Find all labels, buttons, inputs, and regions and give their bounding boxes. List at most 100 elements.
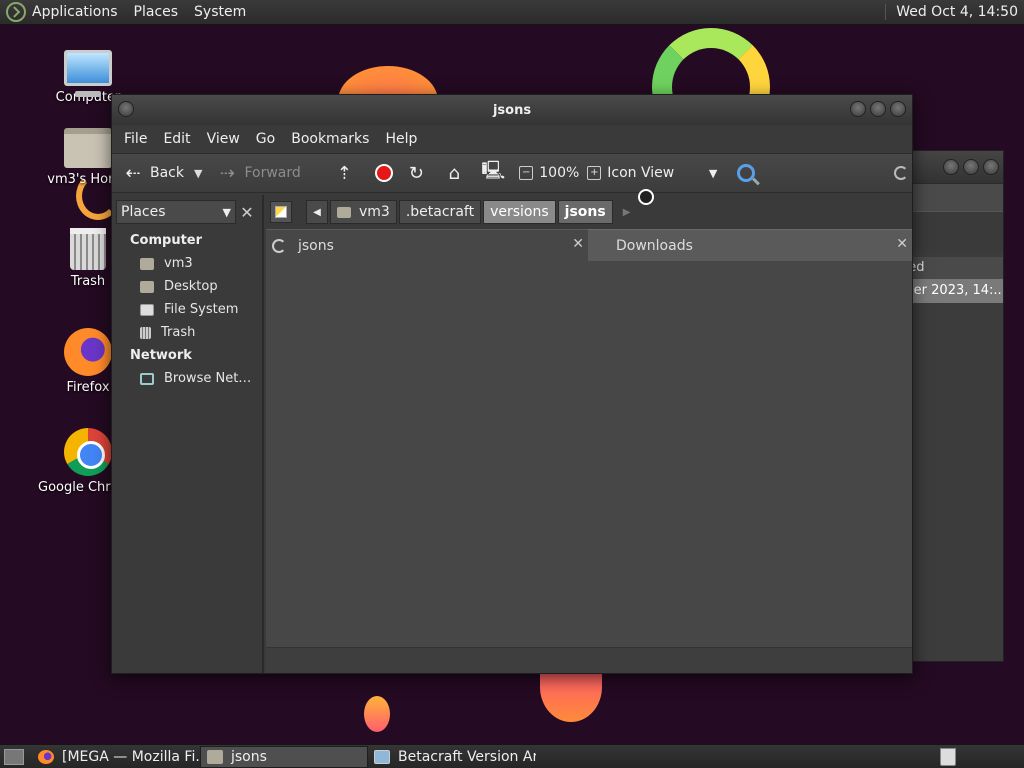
toolbar: ⇠ Back ▼ ⇢ Forward ▼ ⇡ ↻ ⌂ 🖳 − 100% + Ic… (112, 153, 912, 193)
forward-button[interactable]: ⇢ Forward (216, 162, 301, 184)
taskbar-item-firefox[interactable]: [MEGA — Mozilla Fi... (32, 746, 200, 768)
close-button[interactable] (983, 159, 999, 175)
close-tab-icon[interactable]: ✕ (572, 236, 584, 252)
sidebar: Places ▼ ✕ Computer vm3 Desktop File Sys… (112, 195, 264, 673)
betacraft-icon (374, 749, 390, 764)
path-segment-versions[interactable]: versions (483, 200, 556, 224)
sidebar-selector[interactable]: Places ▼ (116, 200, 236, 224)
wallpaper-shape (364, 696, 390, 732)
menu-applications[interactable]: Applications (32, 4, 118, 20)
background-window[interactable]: Modified October 2023, 14:... (912, 150, 1004, 662)
background-toolbar (913, 183, 1003, 211)
zoom-level[interactable]: 100% (539, 165, 579, 181)
reload-button[interactable]: ↻ (405, 163, 433, 184)
maximize-button[interactable] (963, 159, 979, 175)
menu-places[interactable]: Places (134, 4, 179, 20)
reload-icon: ↻ (408, 162, 424, 184)
home-button[interactable]: ⌂ (443, 163, 471, 184)
maximize-button[interactable] (870, 101, 886, 117)
menu-bookmarks[interactable]: Bookmarks (291, 131, 369, 147)
tab-downloads[interactable]: Downloads ✕ (588, 229, 912, 261)
trash-icon (70, 228, 106, 270)
up-button[interactable]: ⇡ (333, 163, 361, 184)
view-mode-select[interactable]: Icon View ▼ (607, 165, 717, 181)
stop-icon[interactable] (375, 164, 394, 182)
close-button[interactable] (890, 101, 906, 117)
home-folder-icon: ⌂ (448, 162, 460, 184)
desktop-folder-icon (140, 280, 154, 293)
sidebar-item-browse-network[interactable]: Browse Net… (112, 367, 262, 390)
toggle-location-entry-button[interactable] (270, 201, 292, 223)
window-menu-button[interactable] (118, 101, 134, 117)
menu-help[interactable]: Help (385, 131, 417, 147)
sidebar-group-computer: Computer (130, 233, 203, 248)
loading-icon (272, 238, 286, 253)
sidebar-group-network: Network (130, 348, 192, 363)
sidebar-item-desktop[interactable]: Desktop (112, 275, 262, 298)
close-tab-icon[interactable]: ✕ (896, 236, 908, 252)
distro-logo-icon[interactable] (6, 2, 26, 22)
menubar: File Edit View Go Bookmarks Help (112, 125, 912, 153)
column-header-modified[interactable]: Modified (913, 257, 1003, 279)
pathbar-scroll-right[interactable]: ▶ (623, 207, 631, 218)
top-panel: Applications Places System Wed Oct 4, 14… (0, 0, 1024, 25)
sidebar-item-file-system[interactable]: File System (112, 298, 262, 321)
back-history-dropdown[interactable]: ▼ (194, 167, 202, 180)
drive-icon (140, 303, 154, 316)
network-icon (140, 372, 154, 385)
close-sidebar-button[interactable]: ✕ (236, 203, 258, 222)
menu-edit[interactable]: Edit (163, 131, 190, 147)
arrow-right-icon: ⇢ (219, 162, 236, 184)
background-window-titlebar[interactable] (913, 151, 1003, 183)
sidebar-item-vm3[interactable]: vm3 (112, 252, 262, 275)
chevron-down-icon: ▼ (708, 166, 718, 180)
chrome-icon (64, 428, 112, 476)
minimize-button[interactable] (943, 159, 959, 175)
back-button[interactable]: ⇠ Back (122, 163, 184, 184)
search-icon[interactable] (737, 164, 756, 182)
tab-bar: jsons ✕ Downloads ✕ (266, 229, 912, 261)
taskbar-item-betacraft[interactable]: Betacraft Version Ar... (368, 746, 536, 768)
pathbar-scroll-left[interactable]: ◀ (306, 200, 328, 224)
taskbar-item-jsons[interactable]: jsons (200, 745, 368, 768)
folder-icon (207, 749, 223, 764)
firefox-icon (64, 328, 112, 376)
path-segment-jsons[interactable]: jsons (557, 200, 613, 224)
zoom-in-button[interactable]: + (587, 166, 602, 180)
window-title: jsons (492, 102, 532, 118)
chevron-down-icon: ▼ (222, 205, 231, 219)
minimize-button[interactable] (850, 101, 866, 117)
file-view[interactable] (266, 261, 912, 647)
sidebar-item-trash[interactable]: Trash (112, 321, 262, 344)
background-pathbar (913, 211, 1003, 251)
computer-icon: 🖳 (481, 160, 506, 181)
busy-cursor-icon (638, 189, 654, 205)
file-row[interactable]: October 2023, 14:... (913, 279, 1003, 303)
menu-view[interactable]: View (207, 131, 240, 147)
home-folder-icon (64, 128, 112, 168)
path-segment-betacraft[interactable]: .betacraft (398, 200, 482, 224)
trash-icon (140, 326, 151, 339)
computer-button[interactable]: 🖳 (481, 158, 509, 188)
show-desktop-button[interactable] (4, 748, 24, 765)
menu-file[interactable]: File (124, 131, 147, 147)
computer-icon (64, 50, 112, 97)
arrow-left-icon: ⇠ (125, 162, 141, 184)
tab-jsons[interactable]: jsons ✕ (266, 229, 588, 261)
statusbar (266, 647, 912, 673)
arrow-up-icon: ⇡ (336, 162, 352, 184)
home-folder-icon (337, 206, 351, 218)
menu-system[interactable]: System (194, 4, 246, 20)
path-segment-vm3[interactable]: vm3 (330, 200, 397, 224)
trash-applet-icon[interactable] (940, 748, 956, 766)
clock[interactable]: Wed Oct 4, 14:50 (885, 4, 1018, 20)
file-manager-window[interactable]: jsons File Edit View Go Bookmarks Help ⇠… (111, 94, 913, 674)
throbber-icon (894, 166, 908, 180)
menu-go[interactable]: Go (256, 131, 275, 147)
firefox-icon (38, 749, 54, 764)
home-folder-icon (140, 257, 154, 270)
pathbar: ◀ vm3 .betacraft versions jsons ▶ (266, 189, 912, 229)
main-pane: ◀ vm3 .betacraft versions jsons ▶ jsons … (266, 189, 912, 673)
window-titlebar[interactable]: jsons (112, 95, 912, 125)
zoom-out-button[interactable]: − (519, 166, 534, 180)
